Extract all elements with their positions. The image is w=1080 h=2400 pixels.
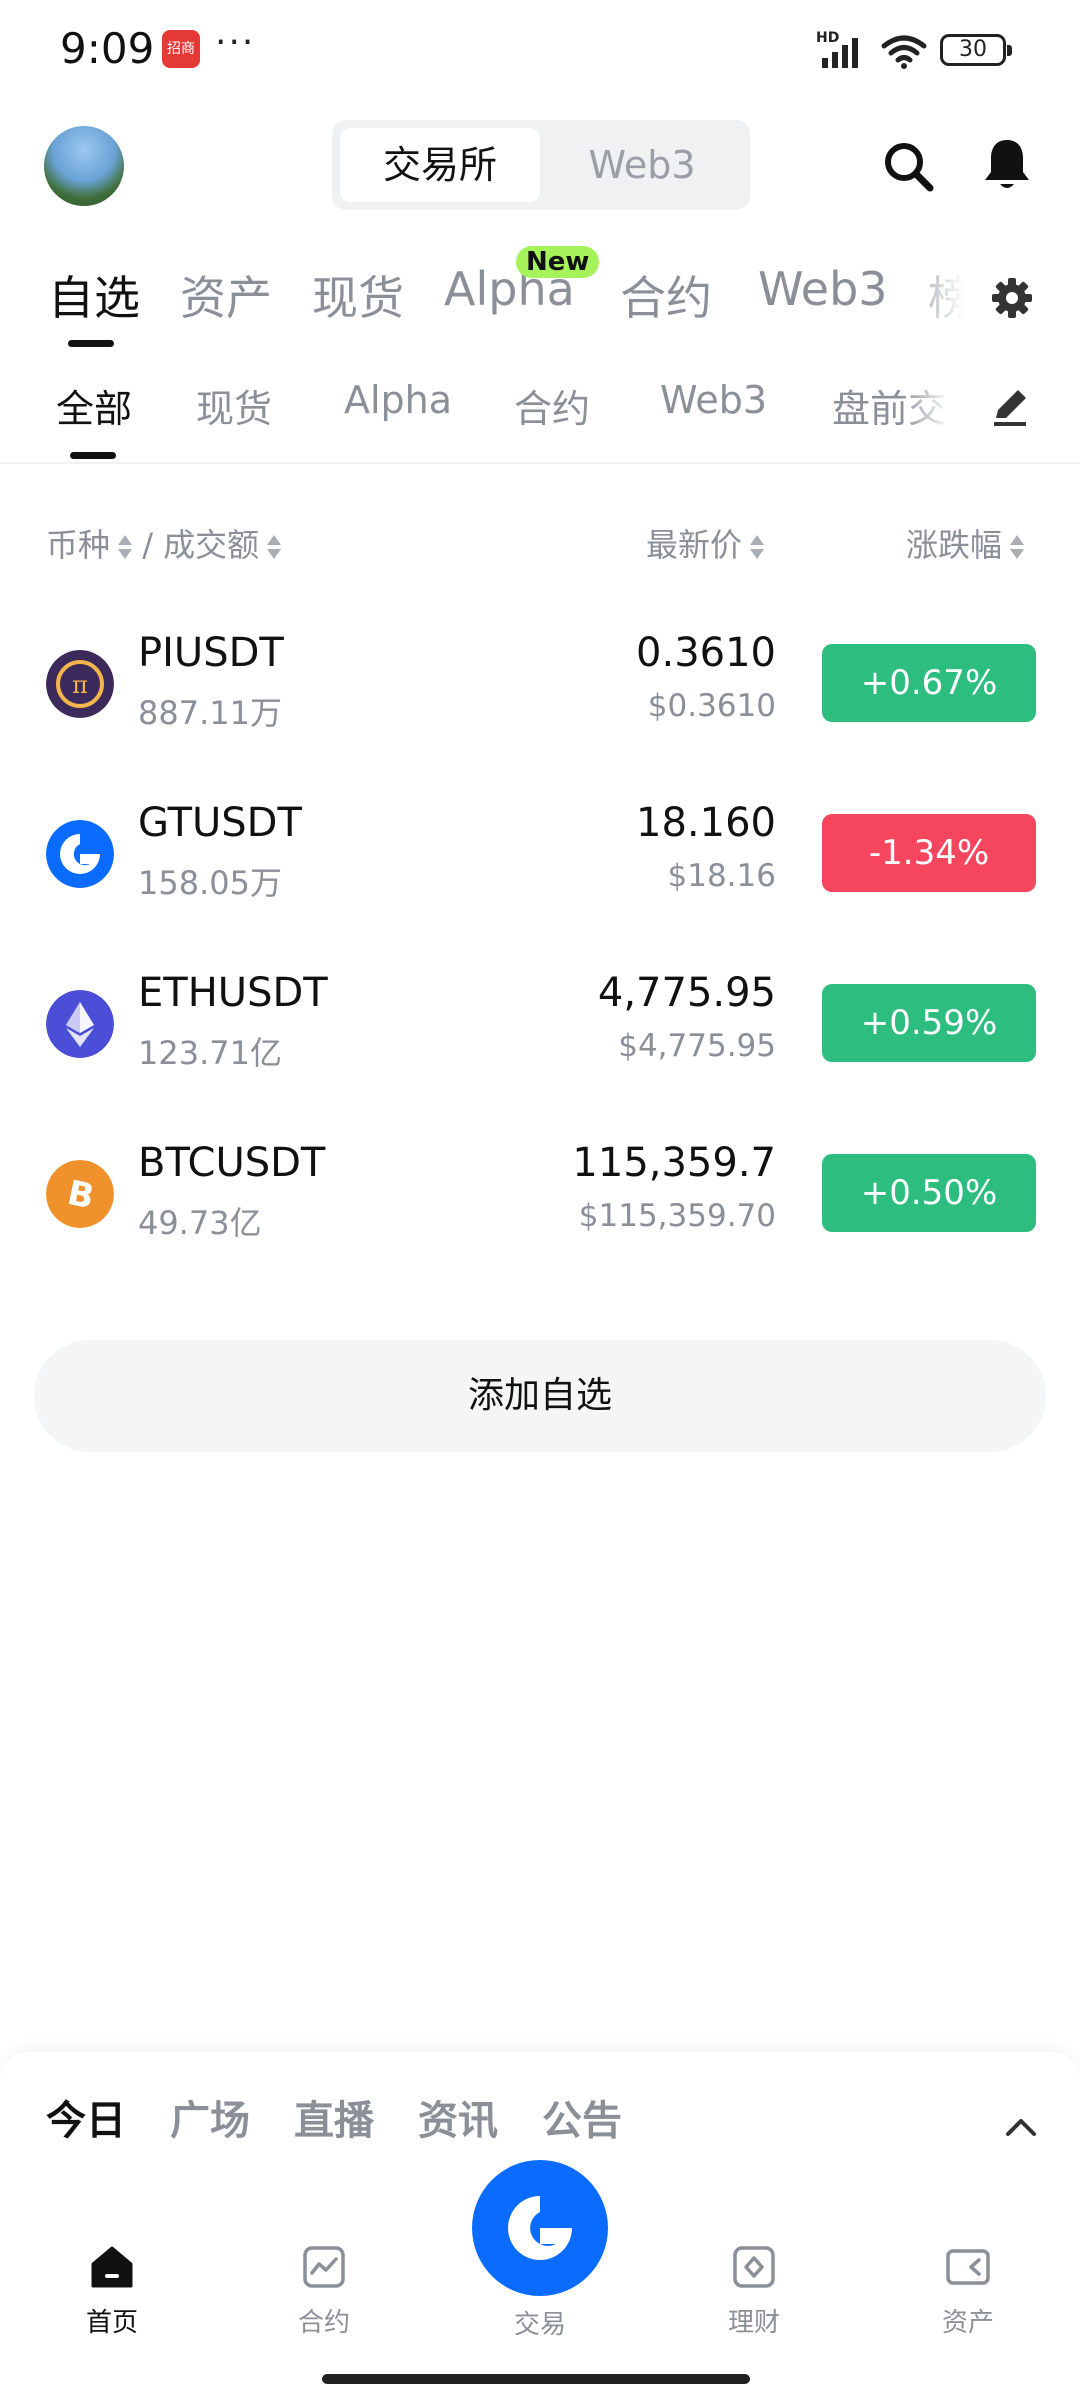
column-change[interactable]: 涨跌幅 bbox=[906, 520, 1025, 566]
feed-bar: 今日 广场 直播 资讯 公告 bbox=[0, 2052, 1080, 2172]
nav-home-label: 首页 bbox=[85, 2308, 138, 2338]
volume: 49.73亿 bbox=[138, 1204, 262, 1242]
exchange-web3-toggle: 交易所 Web3 bbox=[332, 120, 750, 210]
trade-button[interactable] bbox=[472, 2160, 608, 2296]
nav-trade-label: 交易 bbox=[513, 2310, 566, 2340]
add-watchlist-button[interactable]: 添加自选 bbox=[34, 1340, 1046, 1452]
pair-name: BTCUSDT bbox=[138, 1140, 326, 1186]
fiat-price: $18.16 bbox=[667, 858, 776, 894]
table-row[interactable]: B BTCUSDT 49.73亿 115,359.7 $115,359.70 +… bbox=[0, 1124, 1080, 1274]
column-volume-label: 成交额 bbox=[163, 526, 260, 564]
volume: 123.71亿 bbox=[138, 1034, 282, 1072]
subtab-futures[interactable]: 合约 bbox=[514, 378, 590, 433]
sort-icon bbox=[267, 534, 282, 560]
chevron-up-icon[interactable] bbox=[1004, 2110, 1038, 2144]
last-price: 4,775.95 bbox=[597, 970, 776, 1016]
nav-futures-label: 合约 bbox=[297, 2308, 350, 2338]
subtabs-fade bbox=[900, 374, 960, 444]
pair-name: ETHUSDT bbox=[138, 970, 328, 1016]
header-divider bbox=[0, 462, 1080, 464]
btc-coin-icon: B bbox=[46, 1160, 114, 1228]
gate-logo-icon bbox=[508, 2196, 572, 2260]
tab-web3[interactable]: Web3 bbox=[758, 262, 888, 316]
battery-icon: 30 bbox=[940, 34, 1012, 66]
feed-tab-news[interactable]: 资讯 bbox=[418, 2088, 498, 2146]
pair-name: PIUSDT bbox=[138, 630, 284, 676]
last-price: 0.3610 bbox=[636, 630, 776, 676]
pi-coin-icon: π bbox=[46, 650, 114, 718]
home-icon bbox=[91, 2246, 133, 2288]
cellular-signal-icon bbox=[822, 38, 858, 68]
fiat-price: $0.3610 bbox=[647, 688, 776, 724]
change-badge[interactable]: -1.34% bbox=[822, 814, 1036, 892]
status-bar: 9:09 招商 ··· HD 30 bbox=[0, 0, 1080, 100]
tab-assets[interactable]: 资产 bbox=[180, 262, 272, 328]
column-price-label: 最新价 bbox=[646, 526, 743, 564]
pair-name: GTUSDT bbox=[138, 800, 302, 846]
earn-icon bbox=[733, 2246, 775, 2288]
eth-coin-icon bbox=[46, 990, 114, 1058]
toggle-exchange[interactable]: 交易所 bbox=[340, 128, 540, 202]
wifi-icon bbox=[881, 35, 927, 69]
last-price: 115,359.7 bbox=[572, 1140, 776, 1186]
column-separator: / bbox=[142, 526, 153, 564]
feed-tab-today[interactable]: 今日 bbox=[46, 2088, 126, 2146]
nav-futures[interactable]: 合约 bbox=[254, 2242, 394, 2352]
edit-icon[interactable] bbox=[988, 384, 1032, 428]
feed-tab-live[interactable]: 直播 bbox=[294, 2088, 374, 2146]
subtab-spot[interactable]: 现货 bbox=[196, 378, 272, 433]
table-row[interactable]: ETHUSDT 123.71亿 4,775.95 $4,775.95 +0.59… bbox=[0, 954, 1080, 1104]
feed-tab-announcements[interactable]: 公告 bbox=[542, 2088, 622, 2146]
nav-earn[interactable]: 理财 bbox=[684, 2242, 824, 2352]
nav-home[interactable]: 首页 bbox=[42, 2242, 182, 2352]
toggle-web3[interactable]: Web3 bbox=[542, 128, 742, 202]
fiat-price: $4,775.95 bbox=[618, 1028, 776, 1064]
gt-coin-icon bbox=[46, 820, 114, 888]
table-row[interactable]: π PIUSDT 887.11万 0.3610 $0.3610 +0.67% bbox=[0, 614, 1080, 764]
change-badge[interactable]: +0.50% bbox=[822, 1154, 1036, 1232]
app-notification-icon: 招商 bbox=[162, 30, 200, 68]
column-pair-label: 币种 bbox=[46, 526, 111, 564]
change-badge[interactable]: +0.67% bbox=[822, 644, 1036, 722]
subtab-all[interactable]: 全部 bbox=[56, 378, 132, 433]
sort-icon bbox=[118, 534, 133, 560]
avatar[interactable] bbox=[44, 126, 124, 206]
feed-tab-square[interactable]: 广场 bbox=[170, 2088, 250, 2146]
active-tab-indicator bbox=[68, 340, 114, 347]
volume: 887.11万 bbox=[138, 694, 282, 732]
clock: 9:09 bbox=[60, 24, 155, 73]
nav-assets[interactable]: 资产 bbox=[898, 2242, 1038, 2352]
table-row[interactable]: GTUSDT 158.05万 18.160 $18.16 -1.34% bbox=[0, 784, 1080, 934]
subtab-web3[interactable]: Web3 bbox=[660, 378, 767, 422]
bell-icon[interactable] bbox=[980, 136, 1034, 194]
column-change-label: 涨跌幅 bbox=[906, 526, 1003, 564]
more-notifications-icon: ··· bbox=[215, 22, 256, 63]
nav-assets-label: 资产 bbox=[941, 2308, 994, 2338]
sub-tabs: 全部 现货 Alpha 合约 Web3 盘前交 bbox=[56, 378, 956, 448]
sort-icon bbox=[750, 534, 765, 560]
nav-earn-label: 理财 bbox=[727, 2308, 780, 2338]
fiat-price: $115,359.70 bbox=[578, 1198, 776, 1234]
tab-watchlist[interactable]: 自选 bbox=[48, 262, 140, 328]
tab-spot[interactable]: 现货 bbox=[312, 262, 404, 328]
search-icon[interactable] bbox=[880, 138, 936, 194]
wallet-icon bbox=[946, 2249, 990, 2285]
gear-icon[interactable] bbox=[990, 276, 1034, 320]
column-pair-volume[interactable]: 币种 / 成交额 bbox=[46, 520, 282, 566]
new-badge: New bbox=[516, 246, 600, 278]
change-badge[interactable]: +0.59% bbox=[822, 984, 1036, 1062]
tab-futures[interactable]: 合约 bbox=[620, 262, 712, 328]
tabs-fade bbox=[900, 258, 980, 338]
sort-icon bbox=[1010, 534, 1025, 560]
active-subtab-indicator bbox=[70, 452, 116, 459]
subtab-alpha[interactable]: Alpha bbox=[344, 378, 452, 422]
home-indicator bbox=[322, 2374, 750, 2384]
last-price: 18.160 bbox=[636, 800, 776, 846]
column-price[interactable]: 最新价 bbox=[646, 520, 765, 566]
chart-icon bbox=[303, 2246, 345, 2288]
svg-text:π: π bbox=[72, 671, 88, 699]
volume: 158.05万 bbox=[138, 864, 282, 902]
